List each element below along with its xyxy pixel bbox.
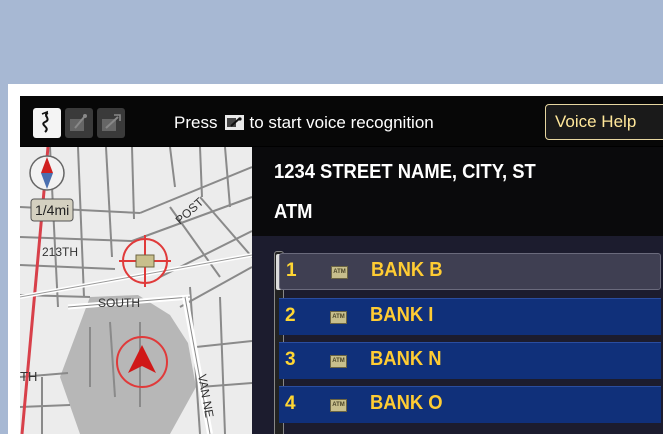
result-name: BANK B — [371, 259, 443, 281]
result-number: 4 — [285, 393, 296, 414]
result-number: 3 — [285, 349, 296, 370]
atm-icon: ATM — [330, 311, 347, 324]
result-row[interactable]: 2 ATM BANK I — [279, 298, 661, 335]
results-list: 1 ATM BANK B 2 ATM BANK I 3 ATM BANK N 4… — [252, 236, 663, 434]
atm-icon: ATM — [330, 355, 347, 368]
atm-icon: ATM — [330, 399, 347, 412]
result-row[interactable]: 1 ATM BANK B — [279, 253, 661, 290]
current-address: 1234 STREET NAME, CITY, ST — [274, 161, 536, 183]
top-bar: Press to start voice recognition Voice He… — [20, 96, 663, 146]
map-view[interactable]: 213TH POST SOUTH TH VAN NE 1/4mi — [20, 146, 253, 434]
street-label-south: SOUTH — [98, 296, 140, 310]
voice-status-text: Press to start voice recognition — [174, 113, 434, 133]
category-title: ATM — [274, 201, 313, 223]
street-label-213th: 213TH — [42, 245, 78, 259]
map-canvas: 213TH POST SOUTH TH VAN NE 1/4mi — [20, 146, 253, 434]
result-number: 1 — [286, 260, 297, 281]
voice-help-button[interactable]: Voice Help — [545, 104, 663, 140]
atm-icon: ATM — [331, 266, 348, 279]
map-mode-icon[interactable] — [33, 108, 61, 138]
info-panel: 1234 STREET NAME, CITY, ST ATM 1 ATM BAN… — [252, 147, 663, 434]
map-scale-label: 1/4mi — [35, 202, 69, 218]
result-row[interactable]: 4 ATM BANK O — [279, 386, 661, 423]
voice-mode-icon[interactable] — [97, 108, 125, 138]
result-name: BANK I — [370, 304, 434, 326]
result-number: 2 — [285, 305, 296, 326]
result-name: BANK O — [370, 392, 443, 414]
result-name: BANK N — [370, 348, 442, 370]
status-suffix: to start voice recognition — [249, 113, 434, 132]
compass-icon[interactable] — [29, 155, 65, 191]
route-mode-icon[interactable] — [65, 108, 93, 138]
result-row[interactable]: 3 ATM BANK N — [279, 342, 661, 379]
street-label-th: TH — [20, 369, 37, 384]
talk-button-icon — [225, 115, 245, 130]
status-prefix: Press — [174, 113, 218, 132]
navigation-screen: Press to start voice recognition Voice He… — [20, 96, 663, 434]
